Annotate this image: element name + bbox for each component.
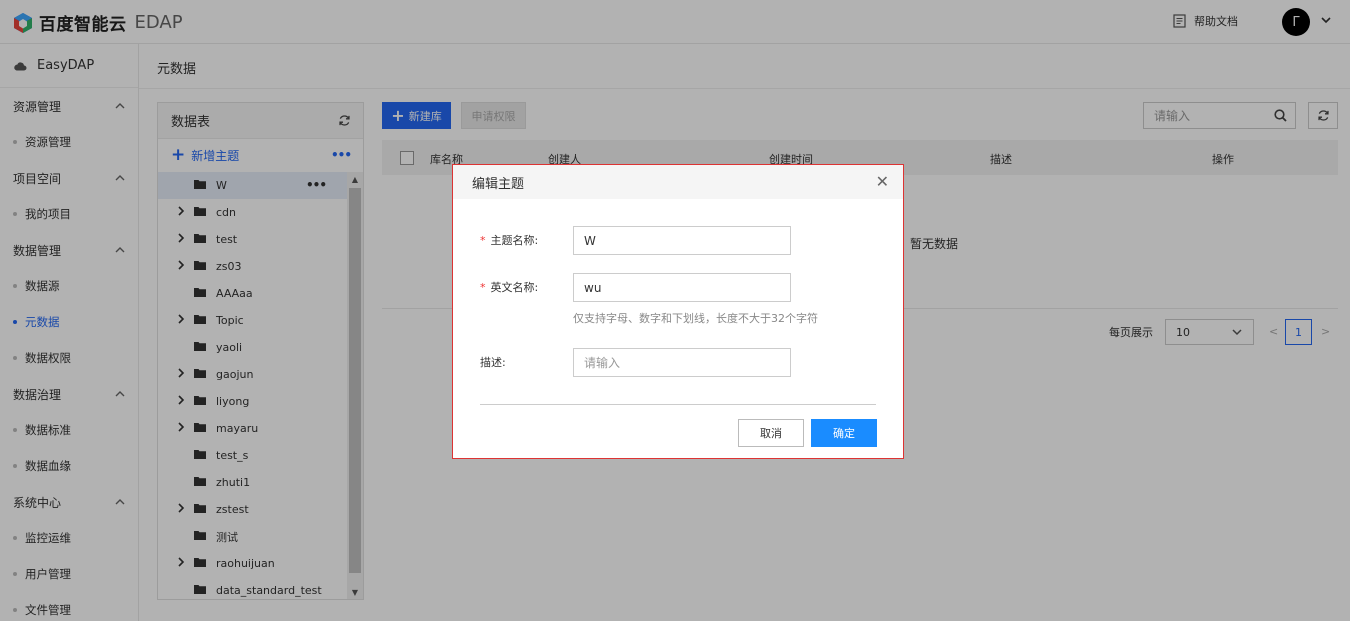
topic-name-input[interactable]: W [573,226,791,255]
english-name-label-text: 英文名称: [490,281,539,294]
dialog-title: 编辑主题 [472,176,525,192]
topic-name-label-text: 主题名称: [490,234,539,247]
description-input[interactable]: 请输入 [573,348,791,377]
description-label-text: 描述: [480,356,506,369]
english-name-label: * 英文名称: [480,279,538,295]
english-name-input[interactable]: wu [573,273,791,302]
cancel-button[interactable]: 取消 [738,419,804,447]
english-name-hint: 仅支持字母、数字和下划线，长度不大于32个字符 [573,312,818,325]
close-icon[interactable]: ✕ [876,174,889,190]
confirm-button[interactable]: 确定 [811,419,877,447]
edit-topic-dialog: 编辑主题 ✕ * 主题名称: W * 英文名称: wu 仅支持字母、数字和下划线，长… [452,164,904,459]
required-mark: * [480,281,486,294]
description-label: 描述: [480,354,506,370]
dialog-header: 编辑主题 ✕ [453,165,903,199]
topic-name-label: * 主题名称: [480,232,538,248]
required-mark: * [480,234,486,247]
divider [480,404,876,405]
